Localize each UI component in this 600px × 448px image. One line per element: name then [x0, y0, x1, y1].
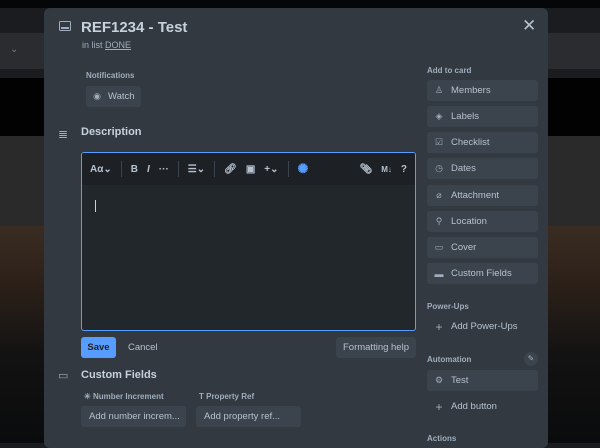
labels-button[interactable]: ◈ Labels: [427, 106, 538, 127]
ai-sparkle-icon[interactable]: ✺: [298, 161, 309, 177]
watch-button[interactable]: ◉ Watch: [86, 86, 141, 107]
cover-icon: ▭: [434, 242, 444, 252]
edit-pencil-icon[interactable]: ✎: [524, 352, 538, 366]
custom-fields-heading: Custom Fields: [81, 369, 157, 381]
actions-label: Actions: [427, 434, 457, 443]
divider: [177, 161, 179, 177]
button-label: Add Power-Ups: [451, 321, 518, 332]
bold-button[interactable]: B: [131, 164, 138, 175]
editor-toolbar: Aα⌄ B I ··· ☰⌄ 🔗︎ ▣ +⌄ ✺ 📎︎ M↓ ?: [82, 153, 415, 185]
button-label: Checklist: [451, 137, 490, 148]
button-label: Custom Fields: [451, 268, 512, 279]
property-ref-label: T Property Ref: [199, 392, 255, 401]
plus-icon: +: [435, 399, 443, 414]
add-powerups-button[interactable]: + Add Power-Ups: [427, 316, 538, 337]
description-icon: ≣: [58, 127, 69, 141]
button-label: Add button: [451, 401, 497, 412]
list-info: in list DONE: [82, 40, 131, 50]
automation-label: Automation: [427, 355, 472, 364]
markdown-toggle[interactable]: M↓: [381, 165, 392, 174]
list-link[interactable]: DONE: [105, 40, 131, 50]
button-label: Test: [451, 375, 469, 386]
divider: [120, 161, 122, 177]
location-button[interactable]: ⚲ Location: [427, 211, 538, 232]
clock-icon: ◷: [435, 163, 443, 173]
dates-button[interactable]: ◷ Dates: [427, 158, 538, 179]
pin-icon: ⚲: [435, 216, 443, 226]
more-formatting-button[interactable]: ···: [159, 164, 169, 175]
button-label: Location: [451, 216, 487, 227]
card-icon: [59, 21, 71, 31]
attachment-icon[interactable]: 📎︎: [360, 164, 373, 175]
button-label: Attachment: [451, 190, 500, 201]
custom-fields-button[interactable]: ▬ Custom Fields: [427, 263, 538, 284]
watch-label: Watch: [108, 91, 135, 102]
add-button-button[interactable]: + Add button: [427, 396, 538, 417]
number-increment-label: ✳ Number Increment: [84, 392, 164, 401]
link-icon[interactable]: 🔗︎: [224, 164, 237, 175]
eye-icon: ◉: [93, 91, 101, 101]
divider: [214, 161, 216, 177]
button-label: Cover: [451, 242, 477, 253]
members-button[interactable]: ♙ Members: [427, 80, 538, 101]
insert-button[interactable]: +⌄: [264, 164, 278, 175]
close-icon[interactable]: ✕: [522, 16, 536, 36]
image-icon[interactable]: ▣: [246, 164, 255, 175]
cover-button[interactable]: ▭ Cover: [427, 237, 538, 258]
person-icon: ♙: [434, 85, 444, 95]
field-label: Property Ref: [206, 392, 255, 401]
field-label: Number Increment: [92, 392, 164, 401]
chevron-down-icon[interactable]: ⌄: [10, 44, 18, 55]
text-cursor: [95, 200, 96, 212]
property-ref-input[interactable]: Add property ref...: [196, 406, 301, 427]
in-list-label: in list: [82, 40, 103, 50]
paperclip-icon: ⌀: [436, 190, 442, 200]
divider: [287, 161, 289, 177]
description-heading: Description: [81, 126, 142, 138]
text-style-button[interactable]: Aα⌄: [90, 164, 112, 175]
custom-fields-icon: ▭: [58, 370, 69, 382]
description-editor[interactable]: Aα⌄ B I ··· ☰⌄ 🔗︎ ▣ +⌄ ✺ 📎︎ M↓ ?: [81, 152, 416, 331]
list-button[interactable]: ☰⌄: [188, 164, 205, 175]
notifications-label: Notifications: [86, 71, 135, 80]
plus-icon: +: [435, 319, 443, 334]
add-to-card-label: Add to card: [427, 66, 472, 75]
italic-button[interactable]: I: [147, 164, 150, 175]
card-modal: REF1234 - Test in list DONE ✕ Notificati…: [44, 8, 548, 448]
powerups-label: Power-Ups: [427, 302, 469, 311]
button-label: Labels: [451, 111, 479, 122]
checklist-icon: ☑: [434, 137, 444, 147]
folder-icon: ▬: [434, 268, 444, 279]
number-increment-input[interactable]: Add number increm...: [81, 406, 186, 427]
gears-icon: ⚙: [434, 375, 444, 385]
save-button[interactable]: Save: [81, 337, 116, 358]
card-title[interactable]: REF1234 - Test: [81, 19, 187, 36]
text-style-label: Aα: [90, 163, 104, 175]
button-label: Members: [451, 85, 491, 96]
automation-test-button[interactable]: ⚙ Test: [427, 370, 538, 391]
top-bar: [0, 0, 600, 8]
cancel-button[interactable]: Cancel: [128, 342, 158, 353]
attachment-button[interactable]: ⌀ Attachment: [427, 185, 538, 206]
button-label: Dates: [451, 163, 476, 174]
formatting-help-button[interactable]: Formatting help: [336, 337, 416, 358]
tag-icon: ◈: [435, 111, 443, 121]
checklist-button[interactable]: ☑ Checklist: [427, 132, 538, 153]
help-icon[interactable]: ?: [401, 164, 407, 175]
